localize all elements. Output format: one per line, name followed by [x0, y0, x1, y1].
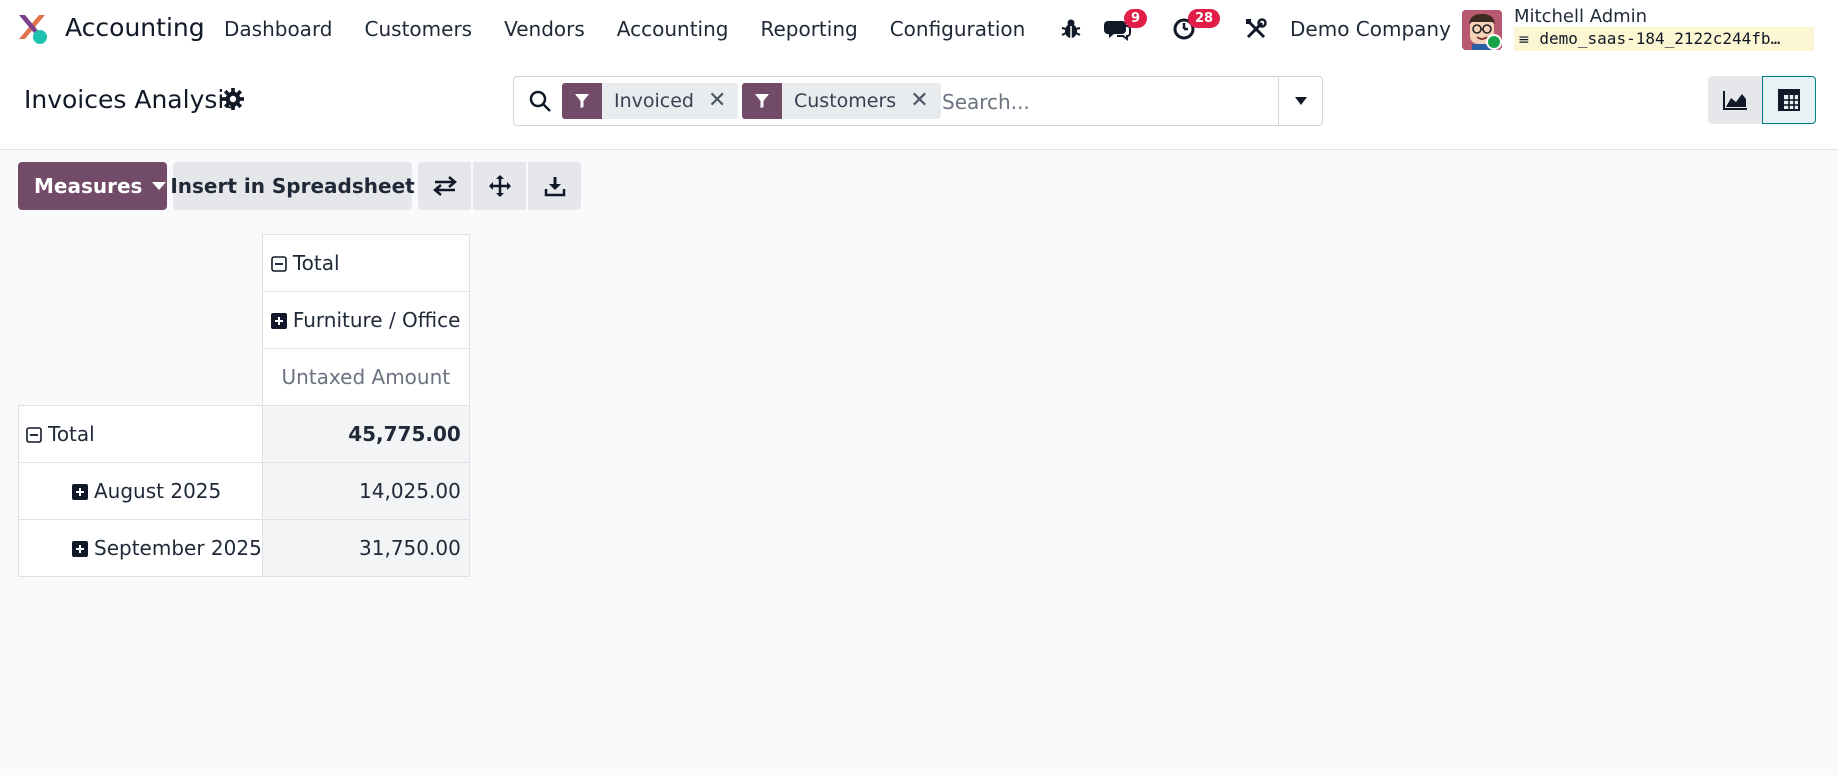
caret-down-icon — [152, 182, 167, 190]
main-menu: Dashboard Customers Vendors Accounting R… — [224, 17, 1057, 41]
messages-badge: 9 — [1124, 9, 1148, 28]
download-icon — [544, 177, 565, 197]
pivot-table-icon — [1778, 89, 1800, 111]
arrows-move-icon — [488, 175, 511, 197]
database-icon: ≡ — [1518, 32, 1530, 48]
measures-label: Measures — [34, 174, 143, 198]
pivot-view-button[interactable] — [1762, 76, 1816, 124]
pivot-measure-header[interactable]: Untaxed Amount — [261, 348, 470, 406]
pivot-row-header-label: Total — [48, 422, 95, 446]
top-navbar: Accounting Dashboard Customers Vendors A… — [0, 0, 1838, 58]
pivot-row-header-label: September 2025 — [94, 536, 262, 560]
pivot-cell[interactable]: 31,750.00 — [261, 519, 470, 577]
remove-facet-icon[interactable]: ✕ — [910, 83, 940, 119]
database-name: ≡ demo_saas-184_2122c244fb… — [1514, 27, 1814, 51]
control-panel: Invoices Analysis Invoiced ✕ Customers ✕… — [0, 58, 1838, 150]
collapse-icon — [271, 256, 287, 272]
debug-icon[interactable] — [1060, 16, 1082, 42]
facet-invoiced: Invoiced ✕ — [562, 83, 739, 119]
exchange-icon — [432, 176, 457, 196]
pivot-tools — [418, 162, 581, 210]
online-status-icon — [1486, 34, 1502, 50]
view-switcher — [1708, 76, 1816, 124]
app-name[interactable]: Accounting — [65, 13, 205, 42]
database-label: demo_saas-184_2122c244fb… — [1539, 29, 1781, 48]
menu-accounting[interactable]: Accounting — [617, 17, 729, 41]
menu-reporting[interactable]: Reporting — [760, 17, 857, 41]
table-row: Total 45,775.00 — [18, 405, 470, 463]
pivot-row-header-total[interactable]: Total — [18, 405, 263, 463]
facet-label: Invoiced — [614, 90, 694, 112]
search-bar: Invoiced ✕ Customers ✕ — [513, 76, 1323, 126]
pivot-col-header-label: Total — [292, 251, 340, 275]
expand-all-button[interactable] — [473, 162, 526, 210]
pivot-table: Total Furniture / Office Untaxed Amount … — [18, 234, 470, 577]
measures-button[interactable]: Measures — [18, 162, 167, 210]
pivot-corner — [19, 235, 263, 292]
search-input[interactable] — [942, 87, 1262, 117]
accounting-app-icon[interactable] — [17, 13, 49, 45]
expand-icon — [72, 484, 88, 500]
collapse-icon — [26, 427, 42, 443]
facet-label: Customers — [794, 90, 897, 112]
area-chart-icon — [1723, 91, 1747, 110]
pivot-row-header[interactable]: September 2025 — [18, 519, 263, 577]
caret-down-icon — [1294, 97, 1307, 105]
pivot-col-header-label: Furniture / Office — [292, 308, 461, 332]
menu-configuration[interactable]: Configuration — [890, 17, 1026, 41]
expand-icon — [270, 313, 287, 329]
activity-clock-icon[interactable]: 28 — [1172, 9, 1221, 42]
pivot-corner — [19, 349, 263, 406]
messages-icon[interactable]: 9 — [1104, 9, 1148, 42]
pivot-col-header-total[interactable]: Total — [261, 234, 470, 292]
graph-view-button[interactable] — [1708, 76, 1762, 124]
pivot-cell-total[interactable]: 45,775.00 — [261, 405, 470, 463]
gear-icon[interactable] — [222, 88, 244, 110]
user-name[interactable]: Mitchell Admin — [1514, 6, 1647, 27]
flip-axis-button[interactable] — [418, 162, 471, 210]
filter-icon — [562, 83, 602, 119]
expand-icon — [72, 541, 88, 557]
activities-badge: 28 — [1188, 9, 1221, 28]
remove-facet-icon[interactable]: ✕ — [708, 83, 738, 119]
search-icon[interactable] — [528, 89, 552, 113]
tools-icon[interactable] — [1244, 16, 1268, 42]
menu-customers[interactable]: Customers — [365, 17, 473, 41]
table-row: August 2025 14,025.00 — [18, 462, 470, 520]
pivot-cell[interactable]: 14,025.00 — [261, 462, 470, 520]
menu-dashboard[interactable]: Dashboard — [224, 17, 333, 41]
page-title: Invoices Analysis — [24, 85, 238, 114]
menu-vendors[interactable]: Vendors — [504, 17, 585, 41]
filter-icon — [742, 83, 782, 119]
pivot-row-header-label: August 2025 — [94, 479, 222, 503]
table-row: September 2025 31,750.00 — [18, 519, 470, 577]
search-options-toggle[interactable] — [1278, 77, 1322, 125]
pivot-corner — [19, 292, 263, 349]
pivot-row-header[interactable]: August 2025 — [18, 462, 263, 520]
pivot-col-header-group[interactable]: Furniture / Office — [261, 291, 470, 349]
download-button[interactable] — [528, 162, 581, 210]
facet-customers: Customers ✕ — [742, 83, 941, 119]
insert-in-spreadsheet-button[interactable]: Insert in Spreadsheet — [170, 162, 415, 210]
company-switcher[interactable]: Demo Company — [1290, 17, 1451, 41]
